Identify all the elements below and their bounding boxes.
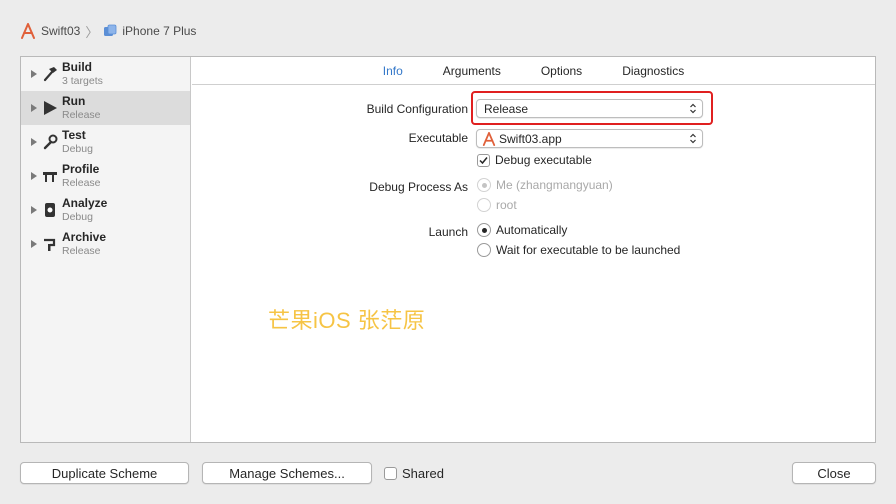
tab-diagnostics[interactable]: Diagnostics [602, 64, 704, 78]
sidebar-item-sublabel: Release [62, 177, 101, 189]
launch-wait-option[interactable]: Wait for executable to be launched [477, 243, 680, 257]
breadcrumb-device[interactable]: iPhone 7 Plus [122, 24, 196, 38]
debug-process-root-radio [477, 198, 491, 212]
shared-label: Shared [402, 466, 444, 481]
sidebar-item-label: Build [62, 60, 92, 74]
sidebar-item-sublabel: Debug [62, 143, 93, 155]
scheme-actions-sidebar: Build 3 targets Run Release Test Debug P… [21, 57, 191, 442]
checkmark-icon [479, 156, 488, 164]
sidebar-item-label: Profile [62, 162, 100, 176]
breadcrumb: Swift03 〉 iPhone 7 Plus [20, 22, 196, 40]
sidebar-item-archive[interactable]: Archive Release [21, 227, 190, 261]
sidebar-item-sublabel: Release [62, 109, 101, 121]
wrench-icon [41, 134, 58, 151]
sidebar-item-profile[interactable]: Profile Release [21, 159, 190, 193]
sidebar-item-sublabel: 3 targets [62, 75, 103, 87]
debug-executable-option[interactable]: Debug executable [477, 153, 592, 167]
executable-label: Executable [408, 131, 468, 145]
debug-process-me-option: Me (zhangmangyuan) [477, 178, 613, 192]
tab-bar: Info Arguments Options Diagnostics [192, 57, 875, 85]
play-icon [41, 100, 58, 117]
breadcrumb-project[interactable]: Swift03 [41, 24, 80, 38]
scheme-editor-panel: Build 3 targets Run Release Test Debug P… [20, 56, 876, 443]
sidebar-item-label: Archive [62, 230, 107, 244]
disclosure-triangle-icon[interactable] [31, 138, 38, 146]
xcode-project-icon [20, 23, 36, 39]
sidebar-item-label: Test [62, 128, 86, 142]
sidebar-item-run[interactable]: Run Release [21, 91, 190, 125]
shared-option[interactable]: Shared [384, 466, 444, 481]
sidebar-item-sublabel: Debug [62, 211, 93, 223]
popup-chevrons-icon [690, 103, 696, 114]
sidebar-item-label: Analyze [62, 196, 108, 210]
sidebar-item-test[interactable]: Test Debug [21, 125, 190, 159]
debug-process-root-option: root [477, 198, 517, 212]
disclosure-triangle-icon[interactable] [31, 206, 38, 214]
hammer-icon [41, 66, 58, 83]
launch-wait-label: Wait for executable to be launched [496, 243, 681, 257]
sidebar-item-analyze[interactable]: Analyze Debug [21, 193, 190, 227]
chevron-right-icon: 〉 [85, 24, 99, 40]
launch-label: Launch [428, 225, 468, 239]
sidebar-item-label: Run [62, 94, 86, 108]
duplicate-scheme-button[interactable]: Duplicate Scheme [20, 462, 189, 484]
analyze-icon [41, 202, 58, 219]
tab-info[interactable]: Info [363, 64, 423, 78]
launch-automatically-option[interactable]: Automatically [477, 223, 567, 237]
launch-automatically-label: Automatically [496, 223, 568, 237]
debug-process-as-label: Debug Process As [369, 180, 468, 194]
close-button[interactable]: Close [792, 462, 876, 484]
sidebar-item-build[interactable]: Build 3 targets [21, 57, 190, 91]
debug-executable-label: Debug executable [495, 153, 592, 167]
tab-options[interactable]: Options [521, 64, 602, 78]
scheme-action-content: Info Arguments Options Diagnostics Build… [192, 57, 875, 442]
tab-arguments[interactable]: Arguments [423, 64, 521, 78]
popup-chevrons-icon [690, 133, 696, 144]
launch-automatically-radio[interactable] [477, 223, 491, 237]
manage-schemes-button[interactable]: Manage Schemes... [202, 462, 372, 484]
app-icon [482, 131, 496, 146]
debug-executable-checkbox[interactable] [477, 153, 490, 167]
disclosure-triangle-icon[interactable] [31, 70, 38, 78]
instruments-icon [41, 168, 58, 185]
executable-popup[interactable]: Swift03.app [476, 129, 703, 148]
launch-wait-radio[interactable] [477, 243, 491, 257]
disclosure-triangle-icon[interactable] [31, 104, 38, 112]
sidebar-item-sublabel: Release [62, 245, 101, 257]
build-configuration-label: Build Configuration [366, 102, 468, 116]
shared-checkbox[interactable] [384, 467, 397, 480]
archive-icon [41, 236, 58, 253]
watermark-text: 芒果iOS 张茫原 [268, 308, 426, 333]
debug-process-me-label: Me (zhangmangyuan) [496, 178, 613, 192]
build-configuration-popup[interactable]: Release [476, 99, 703, 118]
device-icon [103, 24, 117, 38]
build-configuration-value: Release [484, 101, 529, 116]
debug-process-root-label: root [496, 198, 517, 212]
disclosure-triangle-icon[interactable] [31, 240, 38, 248]
executable-value: Swift03.app [499, 131, 562, 146]
disclosure-triangle-icon[interactable] [31, 172, 38, 180]
debug-process-me-radio [477, 178, 491, 192]
